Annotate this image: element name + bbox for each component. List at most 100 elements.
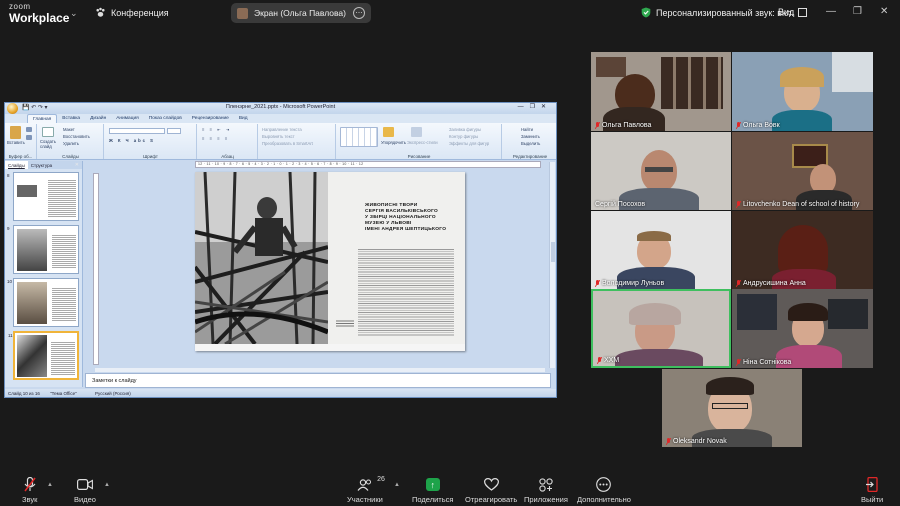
ribbon-tab-view[interactable]: Вид <box>234 114 253 123</box>
apps-icon <box>539 477 553 492</box>
more-button[interactable]: Дополнительно <box>577 476 631 504</box>
font-name-input[interactable] <box>109 128 165 134</box>
participant-tile[interactable]: Oleksandr Novak <box>662 369 802 447</box>
arrange-icon[interactable] <box>383 127 394 137</box>
shape-fill-button[interactable]: Заливка фигуры <box>449 127 481 132</box>
font-format-buttons[interactable]: Ж К Ч abc S <box>109 138 155 143</box>
shape-effects-button[interactable]: Эффекты для фигур <box>449 141 489 146</box>
text-direction-button[interactable]: Направление текста <box>262 127 302 132</box>
conference-label: Конференция <box>111 7 169 18</box>
shapes-gallery[interactable] <box>340 127 378 147</box>
participant-tile[interactable]: Ольга Вовк <box>732 52 873 131</box>
participant-tile-active-speaker[interactable]: ХХМ <box>591 289 731 368</box>
slide-thumbnail[interactable]: 8 <box>7 172 79 221</box>
view-button[interactable]: Вид <box>778 7 808 17</box>
delete-button[interactable]: Удалить <box>63 141 79 146</box>
ribbon-tab-animation[interactable]: Анимация <box>111 114 144 123</box>
audio-options-caret-icon[interactable]: ▲ <box>47 482 53 488</box>
participant-hair <box>629 303 681 325</box>
slide-thumbnail[interactable]: 9 <box>7 225 79 274</box>
participants-button[interactable]: 26 Участники <box>347 476 385 504</box>
react-button[interactable]: Отреагировать <box>465 476 517 504</box>
horizontal-ruler[interactable]: 12 · 11 · 10 · 9 · 8 · 7 · 6 · 5 · 4 · 3… <box>195 161 541 168</box>
paste-button[interactable]: Вставить <box>7 140 25 145</box>
horizontal-scrollbar[interactable] <box>95 368 545 372</box>
font-size-input[interactable] <box>167 128 181 134</box>
restore-icon[interactable]: ❐ <box>853 6 862 17</box>
convert-smartart-button[interactable]: Преобразовать в SmartArt <box>262 141 313 146</box>
scroll-thumb[interactable] <box>551 242 555 262</box>
cut-icon[interactable] <box>26 127 32 132</box>
share-button[interactable]: ↑ Поделиться <box>412 476 453 504</box>
leave-button[interactable]: Выйти <box>861 476 883 504</box>
find-button[interactable]: Найти <box>521 127 533 132</box>
tab-outline[interactable]: Структура <box>28 161 55 169</box>
align-buttons[interactable]: ≡ ≡ ≡ ≡ <box>202 136 229 141</box>
participant-tile[interactable]: Володимир Луньов <box>591 211 731 289</box>
panel-close-icon[interactable]: ✕ <box>72 161 82 169</box>
quick-styles-icon[interactable] <box>411 127 422 137</box>
participant-name: Ніна Сотнікова <box>736 359 791 366</box>
slide-number: 8 <box>7 173 10 178</box>
more-options-icon[interactable]: ⋯ <box>353 7 365 19</box>
list-buttons[interactable]: ≡ ≡ ⇤ ⇥ <box>202 127 231 132</box>
paste-icon[interactable] <box>10 126 21 139</box>
apps-button[interactable]: Приложения <box>524 476 568 504</box>
slide-number: 9 <box>7 226 10 231</box>
audio-button[interactable]: Звук <box>22 476 37 504</box>
copy-icon[interactable] <box>26 135 32 140</box>
select-button[interactable]: Выделить <box>521 141 540 146</box>
chevron-down-icon[interactable]: ⌄ <box>70 8 78 19</box>
audio-status-label: Персонализированный звук: вкл. <box>656 7 794 18</box>
thumbnail-text <box>52 234 76 268</box>
participant-tile[interactable]: Андрусишина Анна <box>732 211 873 289</box>
group-font: Ж К Ч abc S Шрифт <box>105 124 197 159</box>
audio-status[interactable]: Персонализированный звук: вкл. <box>641 7 794 18</box>
new-slide-icon[interactable] <box>42 127 54 137</box>
restore-button[interactable]: Восстановить <box>63 134 90 139</box>
group-drawing: Упорядочить Экспресс-стили Заливка фигур… <box>337 124 502 159</box>
group-label-slides: Слайды <box>62 154 79 159</box>
participant-name: Ольга Вовк <box>736 122 780 129</box>
participant-tile[interactable]: Litovchenko Dean of school of history <box>732 132 873 210</box>
view-label: Вид <box>778 7 795 17</box>
participants-options-caret-icon[interactable]: ▲ <box>394 482 400 488</box>
thumbnail-text <box>51 341 75 375</box>
ribbon-tab-design[interactable]: Дизайн <box>85 114 111 123</box>
create-slide-button[interactable]: Создать слайд <box>40 139 60 149</box>
minimize-icon[interactable]: — <box>826 6 836 17</box>
notes-pane[interactable]: Заметки к слайду <box>85 373 551 388</box>
participant-tile[interactable]: Ніна Сотнікова <box>732 289 873 368</box>
ribbon-tab-home[interactable]: Главная <box>27 114 58 123</box>
participant-body <box>772 110 832 131</box>
participant-tile[interactable]: Ольга Павлова <box>591 52 731 131</box>
layout-button[interactable]: Макет <box>63 127 75 132</box>
align-text-button[interactable]: Выровнять текст <box>262 134 295 139</box>
background-picture <box>596 57 626 77</box>
presenter-avatar <box>237 7 248 19</box>
slide-thumbnail[interactable]: 10 <box>7 278 79 327</box>
current-slide[interactable]: ЖИВОПИСНІ ТВОРИ СЕРГІЯ ВАСИЛЬКІВСЬКОГО У… <box>195 172 465 351</box>
ribbon-tabs: Главная Вставка Дизайн Анимация Показ сл… <box>5 114 556 123</box>
conference-button[interactable]: Конференция <box>95 7 169 18</box>
share-label: Поделиться <box>412 495 454 504</box>
replace-button[interactable]: Заменить <box>521 134 540 139</box>
video-button[interactable]: Видео <box>74 476 96 504</box>
vertical-scrollbar[interactable] <box>549 162 555 368</box>
vertical-ruler[interactable] <box>93 173 99 365</box>
slide-thumbnail-selected[interactable]: 11 <box>8 331 79 380</box>
ribbon-tab-insert[interactable]: Вставка <box>57 114 85 123</box>
mic-muted-icon <box>24 477 36 492</box>
video-options-caret-icon[interactable]: ▲ <box>104 482 110 488</box>
quick-styles-button[interactable]: Экспресс-стили <box>407 140 438 145</box>
ppt-window-controls[interactable]: —❐✕ <box>518 103 552 110</box>
arrange-button[interactable]: Упорядочить <box>381 140 406 145</box>
thumbnail-image <box>17 282 47 324</box>
screen-share-pill[interactable]: Экран (Ольга Павлова) ⋯ <box>231 3 371 23</box>
participant-tile[interactable]: Сергій Посохов <box>591 132 731 210</box>
ribbon-tab-slideshow[interactable]: Показ слайдов <box>144 114 187 123</box>
shape-outline-button[interactable]: Контур фигуры <box>449 134 478 139</box>
ribbon-tab-review[interactable]: Рецензирование <box>187 114 234 123</box>
close-icon[interactable]: ✕ <box>880 6 888 17</box>
tab-slides[interactable]: Слайды <box>5 161 28 169</box>
